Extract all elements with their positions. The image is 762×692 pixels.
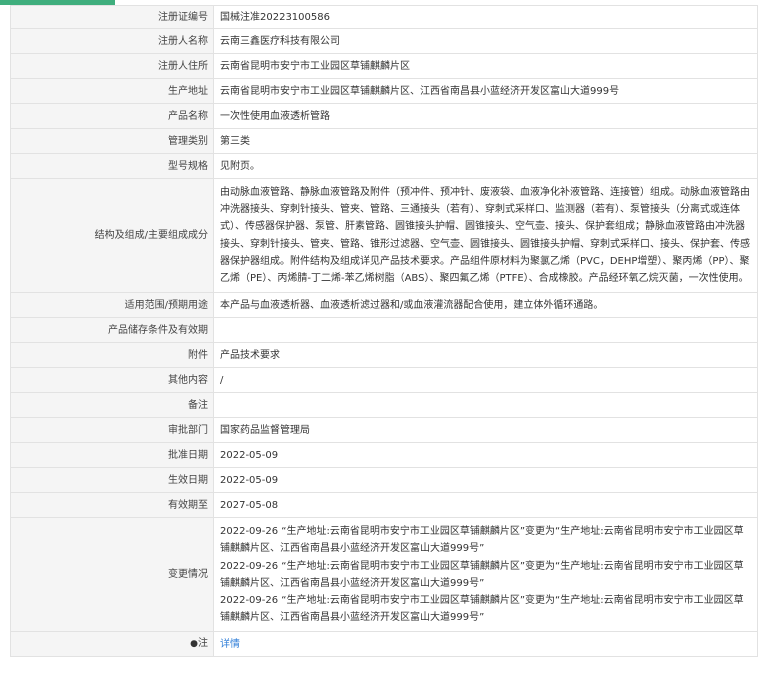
label-approval-date: 批准日期 — [10, 442, 214, 469]
change-entry: 2022-09-26 “生产地址:云南省昆明市安宁市工业园区草铺麒麟片区”变更为… — [220, 595, 744, 624]
label-attachment: 附件 — [10, 342, 214, 369]
value-approval-date: 2022-05-09 — [213, 442, 758, 469]
label-approval-dept: 审批部门 — [10, 417, 214, 444]
row-category: 管理类别 第三类 — [10, 128, 758, 154]
label-expiry-date: 有效期至 — [10, 492, 214, 519]
label-other: 其他内容 — [10, 367, 214, 394]
label-changes: 变更情况 — [10, 517, 214, 633]
value-structure: 由动脉血液管路、静脉血液管路及附件（预冲件、预冲针、废液袋、血液净化补液管路、连… — [213, 177, 758, 294]
value-product-name: 一次性使用血液透析管路 — [213, 103, 758, 129]
row-product-name: 产品名称 一次性使用血液透析管路 — [10, 103, 758, 129]
value-category: 第三类 — [213, 128, 758, 154]
label-note: ●注 — [10, 631, 214, 658]
value-changes: 2022-09-26 “生产地址:云南省昆明市安宁市工业园区草铺麒麟片区”变更为… — [213, 517, 758, 633]
value-remarks — [213, 392, 758, 419]
row-approval-date: 批准日期 2022-05-09 — [10, 442, 758, 469]
registration-detail-table: 注册证编号 国械注准20223100586 注册人名称 云南三鑫医疗科技有限公司… — [10, 5, 758, 658]
row-approval-dept: 审批部门 国家药品监督管理局 — [10, 417, 758, 444]
value-registrant: 云南三鑫医疗科技有限公司 — [213, 28, 758, 54]
value-approval-dept: 国家药品监督管理局 — [213, 417, 758, 444]
value-note: 详情 — [213, 631, 758, 658]
pin-icon: ● — [190, 639, 198, 650]
value-reg-no: 国械注准20223100586 — [213, 5, 758, 29]
value-scope: 本产品与血液透析器、血液透析滤过器和/或血液灌流器配合使用，建立体外循环通路。 — [213, 292, 758, 319]
label-remarks: 备注 — [10, 392, 214, 419]
label-structure: 结构及组成/主要组成成分 — [10, 177, 214, 294]
value-address: 云南省昆明市安宁市工业园区草铺麒麟片区 — [213, 53, 758, 79]
row-other: 其他内容 / — [10, 367, 758, 394]
note-label: 注 — [198, 638, 208, 650]
label-address: 注册人住所 — [10, 53, 214, 79]
value-production-address: 云南省昆明市安宁市工业园区草铺麒麟片区、江西省南昌县小蓝经济开发区富山大道999… — [213, 78, 758, 104]
label-model: 型号规格 — [10, 153, 214, 179]
label-product-name: 产品名称 — [10, 103, 214, 129]
row-storage: 产品储存条件及有效期 — [10, 317, 758, 344]
row-registrant: 注册人名称 云南三鑫医疗科技有限公司 — [10, 28, 758, 54]
label-effective-date: 生效日期 — [10, 467, 214, 494]
value-expiry-date: 2027-05-08 — [213, 492, 758, 519]
change-entry: 2022-09-26 “生产地址:云南省昆明市安宁市工业园区草铺麒麟片区”变更为… — [220, 560, 744, 589]
change-entry: 2022-09-26 “生产地址:云南省昆明市安宁市工业园区草铺麒麟片区”变更为… — [220, 526, 744, 555]
label-storage: 产品储存条件及有效期 — [10, 317, 214, 344]
row-production-address: 生产地址 云南省昆明市安宁市工业园区草铺麒麟片区、江西省南昌县小蓝经济开发区富山… — [10, 78, 758, 104]
label-production-address: 生产地址 — [10, 78, 214, 104]
row-changes: 变更情况 2022-09-26 “生产地址:云南省昆明市安宁市工业园区草铺麒麟片… — [10, 517, 758, 633]
row-structure: 结构及组成/主要组成成分 由动脉血液管路、静脉血液管路及附件（预冲件、预冲针、废… — [10, 177, 758, 294]
label-scope: 适用范围/预期用途 — [10, 292, 214, 319]
label-category: 管理类别 — [10, 128, 214, 154]
row-reg-no: 注册证编号 国械注准20223100586 — [10, 5, 758, 29]
value-model: 见附页。 — [213, 153, 758, 179]
value-effective-date: 2022-05-09 — [213, 467, 758, 494]
details-link[interactable]: 详情 — [220, 639, 240, 650]
label-reg-no: 注册证编号 — [10, 5, 214, 29]
row-effective-date: 生效日期 2022-05-09 — [10, 467, 758, 494]
row-attachment: 附件 产品技术要求 — [10, 342, 758, 369]
value-other: / — [213, 367, 758, 394]
value-attachment: 产品技术要求 — [213, 342, 758, 369]
row-remarks: 备注 — [10, 392, 758, 419]
row-expiry-date: 有效期至 2027-05-08 — [10, 492, 758, 519]
row-model: 型号规格 见附页。 — [10, 153, 758, 179]
value-storage — [213, 317, 758, 344]
row-scope: 适用范围/预期用途 本产品与血液透析器、血液透析滤过器和/或血液灌流器配合使用，… — [10, 292, 758, 319]
label-registrant: 注册人名称 — [10, 28, 214, 54]
row-address: 注册人住所 云南省昆明市安宁市工业园区草铺麒麟片区 — [10, 53, 758, 79]
row-note: ●注 详情 — [10, 631, 758, 658]
